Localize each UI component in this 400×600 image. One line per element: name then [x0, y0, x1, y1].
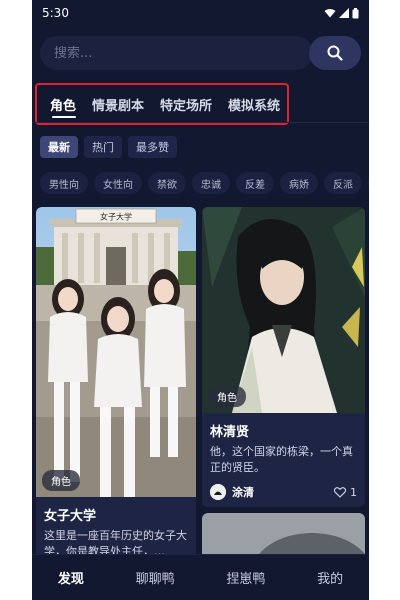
card-footer: 涂清 1	[202, 478, 365, 506]
status-bar: 5:30	[32, 0, 369, 26]
tag-chip[interactable]: 禁欲	[148, 172, 186, 194]
author[interactable]: 涂清	[210, 484, 254, 500]
signal-icon	[339, 8, 349, 18]
nav-me[interactable]: 我的	[317, 568, 343, 587]
tab-character[interactable]: 角色	[42, 92, 84, 116]
card-title: 林清贤	[210, 425, 250, 440]
sort-options: 最新 热门 最多赞	[40, 136, 177, 158]
card-title: 女子大学	[44, 509, 97, 524]
status-time: 5:30	[42, 6, 69, 20]
card-type-badge: 角色	[42, 470, 80, 491]
avatar	[210, 484, 226, 500]
tab-simulation-system[interactable]: 模拟系统	[220, 92, 288, 116]
nav-create[interactable]: 捏崽鸭	[226, 568, 265, 587]
like-count: 1	[350, 485, 357, 499]
active-tab-indicator	[52, 116, 76, 118]
battery-icon	[352, 7, 359, 18]
divider	[32, 122, 369, 123]
tag-chip[interactable]: 异世	[368, 172, 369, 194]
tag-chip[interactable]: 病娇	[280, 172, 318, 194]
tag-chip[interactable]: 反派	[324, 172, 362, 194]
wifi-icon	[324, 9, 336, 18]
campus-illustration: 女子大学	[36, 207, 196, 497]
category-tabs: 角色 情景剧本 特定场所 模拟系统	[42, 92, 288, 118]
search-field[interactable]	[40, 36, 313, 70]
author-name: 涂清	[232, 486, 254, 499]
like-button[interactable]: 1	[334, 486, 357, 499]
story-card[interactable]: 角色 林清贤 他，这个国家的栋梁，一个真正的贤臣。 涂清 1	[202, 207, 365, 507]
heart-icon	[334, 486, 346, 498]
nav-discover[interactable]: 发现	[58, 568, 84, 587]
card-image: 女子大学 角色	[36, 207, 196, 497]
sort-latest[interactable]: 最新	[40, 136, 78, 158]
tab-specific-venue[interactable]: 特定场所	[152, 92, 220, 116]
tag-chip[interactable]: 男性向	[40, 172, 88, 194]
tag-filter-row: 男性向 女性向 禁欲 忠诚 反差 病娇 反派 异世	[40, 172, 369, 194]
tag-chip[interactable]: 忠诚	[192, 172, 230, 194]
tag-chip[interactable]: 反差	[236, 172, 274, 194]
card-type-badge: 角色	[208, 386, 246, 407]
sort-popular[interactable]: 热门	[84, 136, 122, 158]
status-icons	[324, 7, 359, 19]
character-illustration	[202, 207, 365, 413]
nav-chat[interactable]: 聊聊鸭	[136, 568, 175, 587]
bottom-navigation: 发现 聊聊鸭 捏崽鸭 我的	[32, 554, 369, 600]
app-screen: 5:30 角色 情景剧本 特定场所 模拟系统 最新 热门 最多赞 男性向	[32, 0, 369, 600]
story-card[interactable]: 女子大学 角色 女子大学 这里是一座百年历史的女子大学，你是教导处主任，…	[36, 207, 196, 567]
tab-scenario-script[interactable]: 情景剧本	[84, 92, 152, 116]
sort-most-liked[interactable]: 最多赞	[128, 136, 177, 158]
card-image: 角色	[202, 207, 365, 413]
building-sign: 女子大学	[100, 212, 132, 222]
search-input[interactable]	[54, 45, 313, 61]
search-button[interactable]	[309, 36, 361, 70]
card-description: 他，这个国家的栋梁，一个真正的贤臣。	[210, 445, 353, 474]
author-avatar-icon	[210, 484, 226, 500]
search-icon	[327, 45, 343, 61]
search-bar	[40, 36, 361, 70]
tag-chip[interactable]: 女性向	[94, 172, 142, 194]
